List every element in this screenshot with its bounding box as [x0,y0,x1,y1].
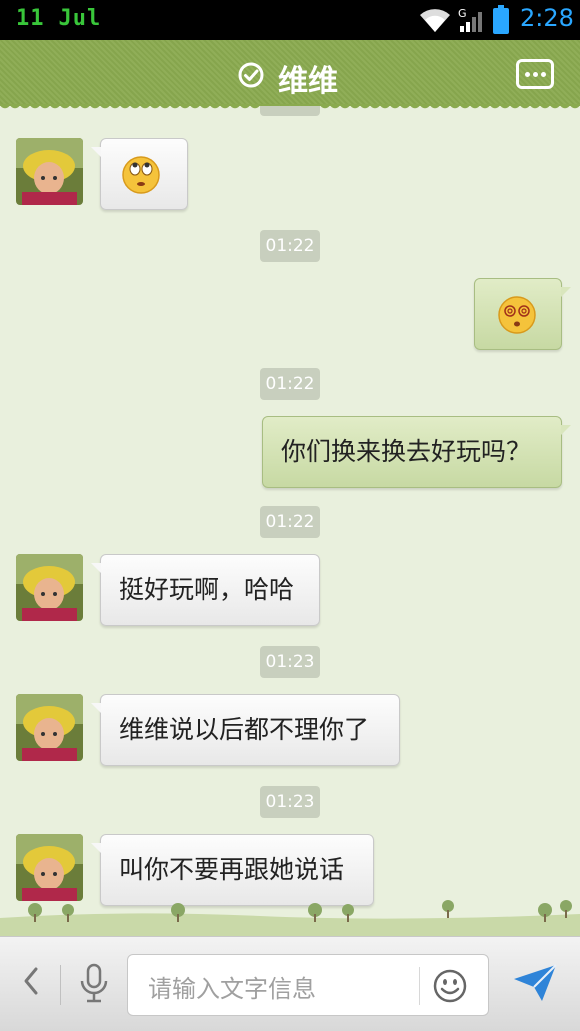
message-bubble-sent[interactable]: 你们换来换去好玩吗？ [262,416,571,488]
check-circle-icon [238,62,264,88]
message-timestamp: 01:22 [260,506,320,538]
message-timestamp: 01:22 [260,368,320,400]
back-chevron-icon[interactable] [20,965,40,997]
send-icon[interactable] [512,963,558,1003]
message-timestamp: 01:22 [260,230,320,262]
rolling-eyes-emoji [122,156,160,194]
contact-avatar[interactable] [16,138,83,205]
contact-avatar[interactable] [16,554,83,621]
message-timestamp: 01:23 [260,646,320,678]
message-input[interactable]: 请输入文字信息 [127,954,489,1016]
smiley-icon[interactable] [433,969,467,1003]
status-day: 11 [16,6,45,31]
message-bubble-received[interactable]: 挺好玩啊，哈哈 [91,554,320,626]
message-bubble-sent[interactable] [474,278,571,350]
battery-icon [493,5,509,34]
more-menu-button[interactable] [516,59,554,89]
status-date: 11 Jul [16,6,101,31]
message-bubble-received[interactable]: 维维说以后都不理你了 [91,694,400,766]
contact-avatar[interactable] [16,694,83,761]
message-timestamp: 01:23 [260,786,320,818]
microphone-icon[interactable] [78,963,110,1005]
status-time: 2:28 [520,4,574,32]
message-bubble-received[interactable] [91,138,188,210]
more-dots-icon [525,72,530,77]
message-input-placeholder: 请输入文字信息 [148,975,316,1003]
wifi-icon [420,9,450,32]
svg-text:G: G [458,7,467,20]
landscape-decoration [0,900,580,936]
contact-name: 维维 [278,64,338,99]
chat-list[interactable]: 01:22 01:22 你们换来换去好玩吗？ 01:22 挺好玩啊，哈哈 01:… [0,106,580,932]
status-bar: 11 Jul G 2:28 [0,0,580,40]
contact-avatar[interactable] [16,834,83,901]
chat-header: 维维 [0,40,580,112]
message-input-bar: 请输入文字信息 [0,936,580,1031]
status-month: Jul [58,6,102,31]
dizzy-emoji [498,296,536,334]
signal-icon: G [458,7,482,32]
